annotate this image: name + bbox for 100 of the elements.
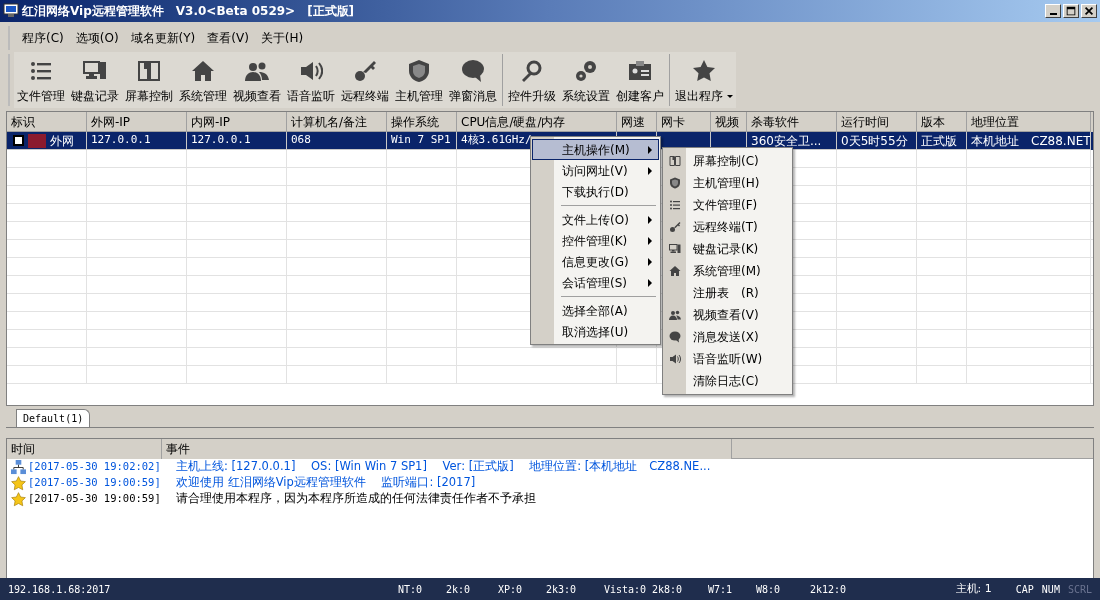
menu-item[interactable]: 注册表 (R) [663,282,792,304]
table-cell: 外网 [50,132,74,149]
menu-item[interactable]: 查看(V) [201,29,255,47]
menu-item[interactable]: 视频查看(V) [663,304,792,326]
maximize-icon [1065,5,1077,17]
column-header[interactable]: 事件 [162,439,732,459]
speech-bubble-icon [461,59,485,83]
toolbar-button[interactable]: 语音监听 [284,52,338,108]
gears-icon [574,59,598,83]
checkbox[interactable] [13,135,24,146]
toolbar-button[interactable]: 系统管理 [176,52,230,108]
status-text: 2k8:0 [652,582,684,597]
status-indicator: SCRL [1067,582,1092,597]
toolbar-button[interactable]: 弹窗消息 [446,52,500,108]
log-event: 欢迎使用 红泪网络Vip远程管理软件 监听端口: [2017] [176,474,476,492]
menu-item[interactable]: 语音监听(W) [663,348,792,370]
table-cell: 360安全卫... [751,132,822,149]
menu-item[interactable]: 取消选择(U) [532,321,659,342]
menu-item[interactable]: 远程终端(T) [663,216,792,238]
toolbar-button[interactable]: 远程终端 [338,52,392,108]
status-text: W8:0 [756,582,782,597]
status-indicator: NUM [1041,582,1060,597]
minimize-icon [1049,13,1057,15]
menu-item[interactable]: 主机操作(M) [532,139,659,160]
status-indicator: CAP [1015,582,1034,597]
maximize-button[interactable] [1063,4,1079,18]
speaker-icon [299,59,323,83]
window-title: 红泪网络Vip远程管理软件 V3.0<Beta 0529> [正式版] [22,3,355,20]
status-text: 2k3:0 [546,582,578,597]
toolbar-button[interactable]: 屏幕控制 [122,52,176,108]
menu-item[interactable]: 主机管理(H) [663,172,792,194]
status-text: Vista:0 [604,582,648,597]
toolbar-button[interactable]: 系统设置 [559,52,613,108]
menu-item[interactable]: 清除日志(C) [663,370,792,392]
toolbar-button[interactable]: 控件升级 [505,52,559,108]
key-icon [668,221,681,233]
table-cell: 127.0.0.1 [91,132,151,149]
log-time: [2017-05-30 19:00:59] [28,491,162,507]
toolbar-button[interactable]: 键盘记录 [68,52,122,108]
house-icon [191,59,215,83]
status-text: 主机: 1 [955,580,992,597]
menu-item[interactable]: 控件管理(K) [532,230,659,251]
monitor-icon [3,3,19,19]
toolbar-button[interactable]: 视频查看 [230,52,284,108]
speech-bubble-icon [668,331,681,343]
column-header[interactable]: 时间 [7,439,162,459]
star-icon [11,475,26,491]
table-cell: 0天5时55分 [841,132,908,149]
shield-icon [668,177,681,189]
star-icon [692,59,716,83]
shield-icon [407,59,431,83]
book-icon [668,155,681,167]
key-icon [353,59,377,83]
book-icon [137,59,161,83]
network-icon [11,459,26,475]
menu-item[interactable]: 键盘记录(K) [663,238,792,260]
close-button[interactable] [1081,4,1097,18]
minimize-button[interactable] [1045,4,1061,18]
menu-item[interactable]: 系统管理(M) [663,260,792,282]
menu-item[interactable]: 域名更新(Y) [124,29,202,47]
menu-item[interactable]: 选项(O) [69,29,125,47]
menu-item[interactable]: 消息发送(X) [663,326,792,348]
status-text: XP:0 [498,582,524,597]
people-icon [668,309,681,321]
toolbar-button[interactable]: 文件管理 [14,52,68,108]
close-icon [1083,5,1095,17]
log-event: 请合理使用本程序，因为本程序所造成的任何法律责任作者不予承担 [176,490,536,508]
computer-icon [668,243,681,255]
menu-item[interactable]: 访问网址(V) [532,160,659,181]
menu-item[interactable]: 选择全部(A) [532,300,659,321]
menu-item[interactable]: 文件上传(O) [532,209,659,230]
flag-icon [28,133,46,148]
menu-item[interactable]: 下载执行(D) [532,181,659,202]
table-cell: 068 [291,132,311,149]
menu-item[interactable]: 文件管理(F) [663,194,792,216]
table-cell: Win 7 SP1 [391,132,451,149]
house-icon [668,265,681,277]
status-text: 2k:0 [446,582,472,597]
id-card-icon [628,59,652,83]
log-time: [2017-05-30 19:02:02] [28,459,162,475]
menu-item[interactable]: 屏幕控制(C) [663,150,792,172]
magnifier-icon [520,59,544,83]
status-text: W7:1 [708,582,734,597]
table-cell: 4核3.61GHz/ [461,132,532,149]
log-time: [2017-05-30 19:00:59] [28,475,162,491]
status-text: 192.168.1.68:2017 [8,582,112,597]
status-text: NT:0 [398,582,424,597]
menu-item[interactable]: 会话管理(S) [532,272,659,293]
toolbar-button[interactable]: 主机管理 [392,52,446,108]
menu-item[interactable]: 程序(C) [16,29,70,47]
menu-item[interactable]: 信息更改(G) [532,251,659,272]
table-cell: 正式版 [921,132,957,149]
table-cell: 127.0.0.1 [191,132,251,149]
menu-item[interactable]: 关于(H) [254,29,310,47]
list-icon [668,199,681,211]
toolbar-button[interactable]: 退出程序 [672,52,736,108]
speaker-icon [668,353,681,365]
toolbar-button[interactable]: 创建客户 [613,52,667,108]
list-icon [29,59,53,83]
group-tab[interactable]: Default(1) [16,409,91,427]
